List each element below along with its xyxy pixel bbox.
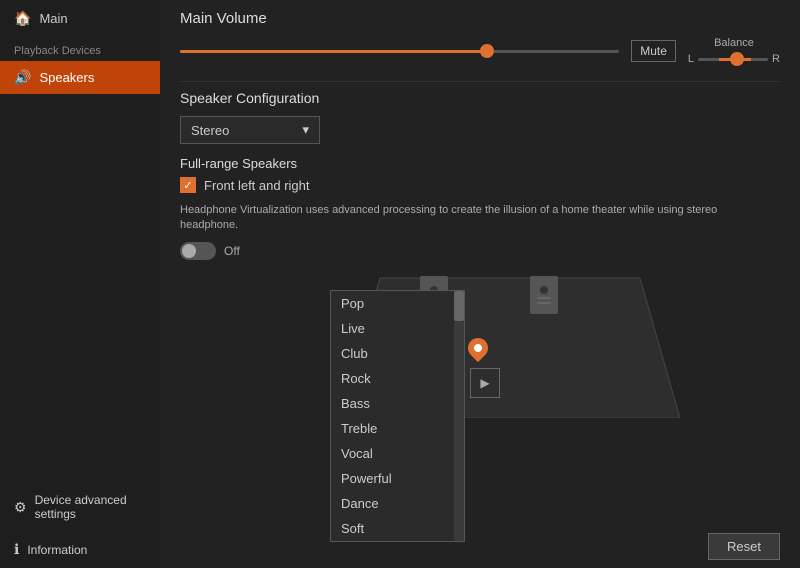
dropdown-item[interactable]: Bass <box>331 391 464 416</box>
pin-shape <box>468 338 488 364</box>
dropdown-item[interactable]: Soft <box>331 516 464 541</box>
information-label: Information <box>27 543 87 557</box>
speaker-right-grille-2 <box>537 302 551 304</box>
speaker-right <box>530 276 558 316</box>
balance-slider-thumb[interactable] <box>730 52 744 66</box>
toggle-row: Off <box>180 242 780 260</box>
info-icon: ℹ <box>14 541 19 558</box>
dropdown-item[interactable]: Treble <box>331 416 464 441</box>
dropdown-item[interactable]: Live <box>331 316 464 341</box>
checkbox-front-left-right[interactable]: ✓ <box>180 177 196 193</box>
volume-slider-track[interactable] <box>180 50 619 53</box>
toggle-knob <box>182 244 196 258</box>
sidebar-item-main[interactable]: 🏠 Main <box>0 0 160 37</box>
divider-1 <box>180 81 780 82</box>
speaker-config-dropdown[interactable]: Stereo ▾ <box>180 116 320 144</box>
dropdown-items-list: PopLiveClubRockBassTrebleVocalPowerfulDa… <box>331 291 464 541</box>
main-content: Main Volume Mute Balance L R Speaker Con… <box>160 0 800 568</box>
dropdown-scrollbar[interactable] <box>454 291 464 541</box>
reset-button[interactable]: Reset <box>708 533 780 560</box>
dropdown-item[interactable]: Pop <box>331 291 464 316</box>
dropdown-item[interactable]: Club <box>331 341 464 366</box>
balance-left-label: L <box>688 53 694 65</box>
balance-slider-track[interactable] <box>698 58 768 61</box>
headphone-virt-toggle[interactable] <box>180 242 216 260</box>
sidebar: 🏠 Main Playback Devices 🔊 Speakers ⚙ Dev… <box>0 0 160 568</box>
listener-marker <box>468 338 488 364</box>
volume-slider-container <box>180 50 619 53</box>
dropdown-item[interactable]: Dance <box>331 491 464 516</box>
speaker-config-title: Speaker Configuration <box>180 90 780 106</box>
sidebar-speakers-label: Speakers <box>39 70 94 85</box>
dropdown-item[interactable]: Vocal <box>331 441 464 466</box>
balance-label: Balance <box>714 37 754 49</box>
checkbox-label: Front left and right <box>204 178 310 193</box>
speaker-right-box <box>530 276 558 314</box>
speaker-right-dot-1 <box>540 286 548 294</box>
dropdown-value: Stereo <box>191 123 229 138</box>
mute-button[interactable]: Mute <box>631 40 676 62</box>
sidebar-item-information[interactable]: ℹ Information <box>0 531 160 568</box>
full-range-title: Full-range Speakers <box>180 156 780 171</box>
volume-row: Mute Balance L R <box>180 37 780 65</box>
equalizer-dropdown: PopLiveClubRockBassTrebleVocalPowerfulDa… <box>330 290 465 542</box>
dropdown-item[interactable]: Powerful <box>331 466 464 491</box>
dropdown-scroll-thumb <box>454 291 464 321</box>
toggle-state-label: Off <box>224 244 240 258</box>
check-icon: ✓ <box>183 179 192 192</box>
chevron-down-icon: ▾ <box>302 122 309 138</box>
balance-container: Balance L R <box>688 37 780 65</box>
device-settings-label: Device advanced settings <box>35 493 146 521</box>
home-icon: 🏠 <box>14 10 31 27</box>
volume-slider-fill <box>180 50 487 53</box>
checkbox-row: ✓ Front left and right <box>180 177 780 193</box>
pin-dot <box>474 344 482 352</box>
dropdown-item[interactable]: Rock <box>331 366 464 391</box>
play-icon: ▶ <box>480 376 489 390</box>
dropdown-inner: PopLiveClubRockBassTrebleVocalPowerfulDa… <box>331 291 464 541</box>
sidebar-main-label: Main <box>39 11 67 26</box>
headphone-virt-description: Headphone Virtualization uses advanced p… <box>180 203 740 234</box>
sidebar-bottom: ⚙ Device advanced settings ℹ Information <box>0 483 160 568</box>
speakers-icon: 🔊 <box>14 69 31 86</box>
sidebar-section-label: Playback Devices <box>0 37 160 61</box>
sidebar-item-device-settings[interactable]: ⚙ Device advanced settings <box>0 483 160 531</box>
main-volume-title: Main Volume <box>180 10 780 27</box>
balance-row: L R <box>688 53 780 65</box>
speaker-right-grille <box>537 297 551 299</box>
play-button[interactable]: ▶ <box>470 368 500 398</box>
volume-slider-thumb[interactable] <box>480 44 494 58</box>
sidebar-item-speakers[interactable]: 🔊 Speakers <box>0 61 160 94</box>
gear-icon: ⚙ <box>14 499 27 516</box>
balance-right-label: R <box>772 53 780 65</box>
